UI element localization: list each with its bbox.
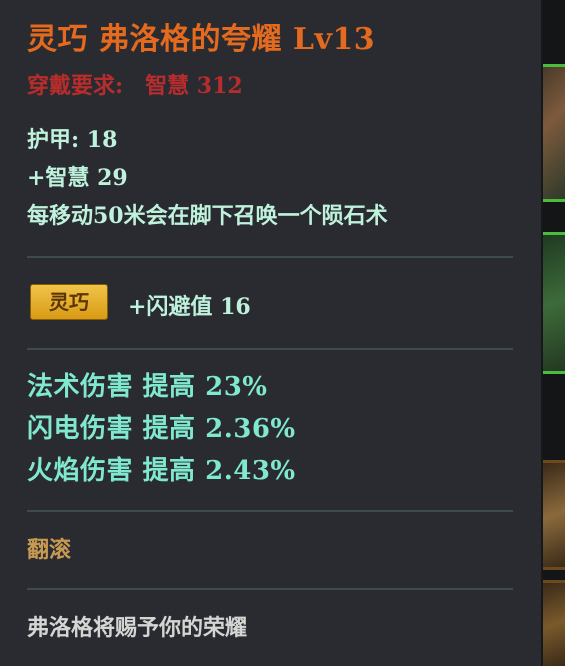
armor-stat: 护甲: 18 — [27, 127, 118, 153]
spell-damage-bonus: 法术伤害 提高 23% — [27, 372, 268, 402]
divider — [27, 588, 513, 590]
requirement-label: 穿戴要求: — [27, 73, 124, 99]
inventory-slot[interactable] — [543, 64, 565, 202]
inventory-slot[interactable] — [543, 460, 565, 570]
inventory-slot[interactable] — [543, 232, 565, 374]
inventory-slot-strip — [543, 0, 565, 666]
lightning-damage-bonus: 闪电伤害 提高 2.36% — [27, 414, 296, 444]
requirement-line: 穿戴要求: 智慧 312 — [27, 68, 243, 100]
divider — [27, 348, 513, 350]
fire-damage-bonus: 火焰伤害 提高 2.43% — [27, 456, 296, 486]
flavor-text: 弗洛格将赐予你的荣耀 — [27, 615, 248, 641]
requirement-value: 智慧 312 — [145, 73, 243, 99]
affix-tag-badge: 灵巧 — [30, 284, 108, 320]
divider — [27, 256, 513, 258]
inventory-slot[interactable] — [543, 580, 565, 666]
skill-name: 翻滚 — [27, 537, 72, 563]
affix-bonus: +闪避值 16 — [128, 294, 251, 320]
wisdom-stat: +智慧 29 — [27, 165, 128, 191]
divider — [27, 510, 513, 512]
item-tooltip: 灵巧 弗洛格的夸耀 Lv13 穿戴要求: 智慧 312 护甲: 18 +智慧 29… — [0, 0, 543, 666]
item-title: 灵巧 弗洛格的夸耀 Lv13 — [27, 22, 376, 57]
meteor-effect-stat: 每移动50米会在脚下召唤一个陨石术 — [27, 203, 388, 229]
